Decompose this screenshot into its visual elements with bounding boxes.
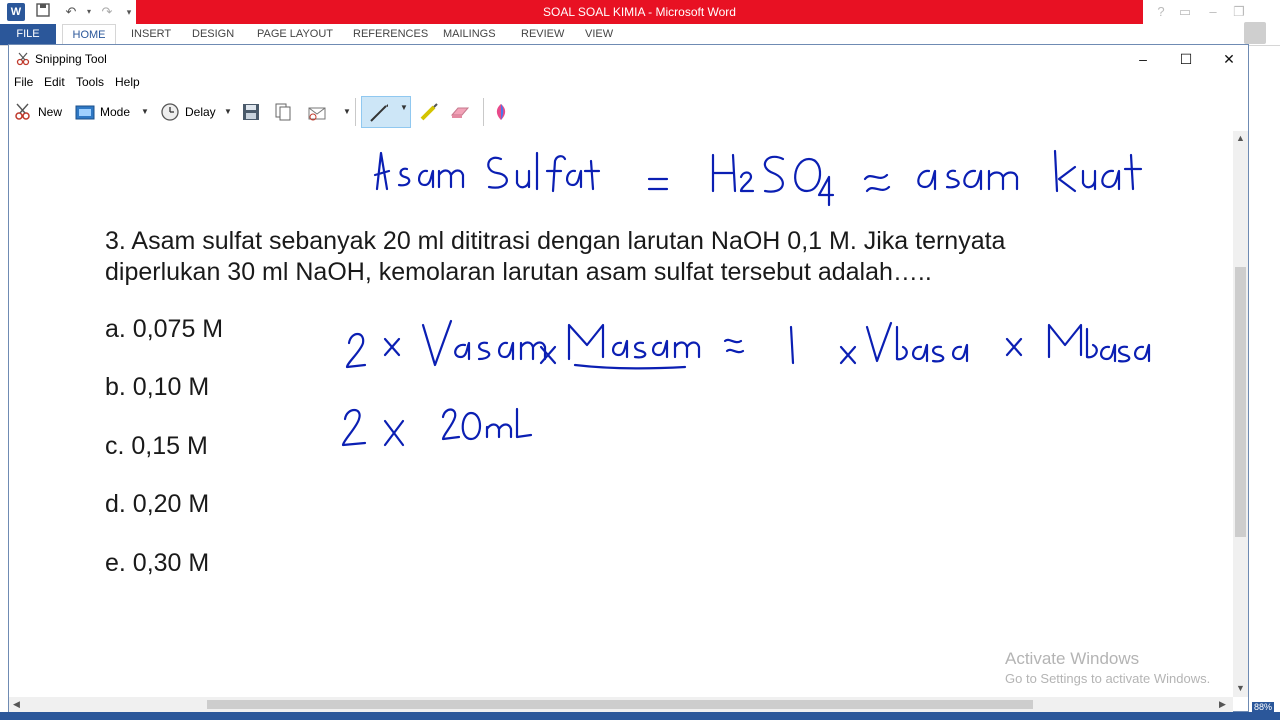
word-ribbon-tabs: FILE HOME INSERT DESIGN PAGE LAYOUT REFE… xyxy=(0,24,1280,46)
tab-references[interactable]: REFERENCES xyxy=(353,24,428,45)
undo-dropdown-icon[interactable]: ▾ xyxy=(80,3,98,21)
activate-windows-subtitle: Go to Settings to activate Windows. xyxy=(1005,671,1211,686)
tab-review[interactable]: REVIEW xyxy=(521,24,564,45)
tab-page-layout[interactable]: PAGE LAYOUT xyxy=(257,24,333,45)
tab-file[interactable]: FILE xyxy=(0,24,56,45)
send-dropdown-icon[interactable]: ▼ xyxy=(343,102,351,122)
scroll-up-icon[interactable]: ▲ xyxy=(1236,133,1245,143)
ribbon-display-icon[interactable]: ▭ xyxy=(1172,0,1198,24)
question-line-1: 3. Asam sulfat sebanyak 20 ml dititrasi … xyxy=(105,227,1006,255)
close-icon[interactable]: ✕ xyxy=(1217,49,1241,69)
tab-home[interactable]: HOME xyxy=(62,24,116,46)
tab-design[interactable]: DESIGN xyxy=(192,24,234,45)
minimize-word-icon[interactable]: – xyxy=(1200,0,1226,24)
new-snip-icon[interactable] xyxy=(13,102,33,122)
scissors-icon xyxy=(16,52,30,66)
vertical-scrollbar[interactable]: ▲ ▼ xyxy=(1233,131,1248,697)
pen-icon xyxy=(370,104,388,122)
snip-canvas[interactable]: 3. Asam sulfat sebanyak 20 ml dititrasi … xyxy=(9,131,1233,697)
delay-dropdown-icon[interactable]: ▼ xyxy=(224,102,232,122)
highlighter-icon[interactable] xyxy=(419,102,439,122)
snip-menu-bar: File Edit Tools Help xyxy=(9,73,1248,93)
tab-view[interactable]: VIEW xyxy=(585,24,613,45)
option-c: c. 0,15 M xyxy=(105,432,208,460)
mode-icon[interactable] xyxy=(75,102,95,122)
tab-mailings[interactable]: MAILINGS xyxy=(443,24,496,45)
toolbar-divider xyxy=(483,98,484,126)
save-icon[interactable] xyxy=(34,3,52,21)
menu-edit[interactable]: Edit xyxy=(44,75,65,89)
option-d: d. 0,20 M xyxy=(105,490,210,518)
minimize-icon[interactable]: – xyxy=(1131,49,1155,69)
option-b: b. 0,10 M xyxy=(105,373,210,401)
word-status-bar xyxy=(0,712,1280,720)
new-button[interactable]: New xyxy=(38,101,62,123)
menu-tools[interactable]: Tools xyxy=(76,75,104,89)
scroll-left-icon[interactable]: ◀ xyxy=(13,699,20,710)
eraser-icon[interactable] xyxy=(450,102,470,122)
word-title-bar: W ↶ ▾ ↷ ▾ SOAL SOAL KIMIA - Microsoft Wo… xyxy=(0,0,1280,24)
restore-word-icon[interactable]: ❐ xyxy=(1226,0,1252,24)
option-a: a. 0,075 M xyxy=(105,315,224,343)
snipping-tool-window: Snipping Tool – ☐ ✕ File Edit Tools Help… xyxy=(8,44,1249,712)
mode-dropdown-icon[interactable]: ▼ xyxy=(141,102,149,122)
horizontal-scroll-thumb[interactable] xyxy=(207,700,1033,709)
redo-icon[interactable]: ↷ xyxy=(98,3,116,21)
undo-icon[interactable]: ↶ xyxy=(62,3,80,21)
activate-windows-title: Activate Windows xyxy=(1005,649,1140,668)
zoom-level[interactable]: 88% xyxy=(1251,702,1274,712)
scroll-right-icon[interactable]: ▶ xyxy=(1219,699,1226,710)
help-icon[interactable]: ? xyxy=(1148,0,1174,24)
mode-button[interactable]: Mode xyxy=(100,101,130,123)
save-snip-icon[interactable] xyxy=(241,102,261,122)
send-snip-icon[interactable] xyxy=(307,102,327,122)
tab-insert[interactable]: INSERT xyxy=(131,24,171,45)
menu-file[interactable]: File xyxy=(14,75,33,89)
snip-title: Snipping Tool xyxy=(35,52,107,66)
menu-help[interactable]: Help xyxy=(115,75,140,89)
question-line-2: diperlukan 30 ml NaOH, kemolaran larutan… xyxy=(105,258,932,286)
delay-button[interactable]: Delay xyxy=(185,101,216,123)
pen-dropdown-icon[interactable]: ▼ xyxy=(400,103,408,112)
delay-clock-icon[interactable] xyxy=(160,102,180,122)
horizontal-scrollbar[interactable]: ◀ ▶ xyxy=(9,697,1233,712)
pen-button[interactable]: ▼ xyxy=(361,96,411,128)
copy-icon[interactable] xyxy=(273,102,293,122)
maximize-icon[interactable]: ☐ xyxy=(1174,49,1198,69)
snip-toolbar: New Mode ▼ Delay ▼ ▼ ▼ xyxy=(9,93,1248,132)
toolbar-divider xyxy=(355,98,356,126)
window-title: SOAL SOAL KIMIA - Microsoft Word xyxy=(136,0,1143,24)
handwriting-layer xyxy=(341,149,1151,447)
user-avatar[interactable] xyxy=(1244,22,1266,44)
word-logo-icon: W xyxy=(7,3,25,21)
snip-title-bar: Snipping Tool – ☐ ✕ xyxy=(9,45,1248,73)
paint3d-icon[interactable] xyxy=(491,102,511,122)
scroll-down-icon[interactable]: ▼ xyxy=(1236,683,1245,693)
vertical-scroll-thumb[interactable] xyxy=(1235,267,1246,537)
option-e: e. 0,30 M xyxy=(105,549,210,577)
